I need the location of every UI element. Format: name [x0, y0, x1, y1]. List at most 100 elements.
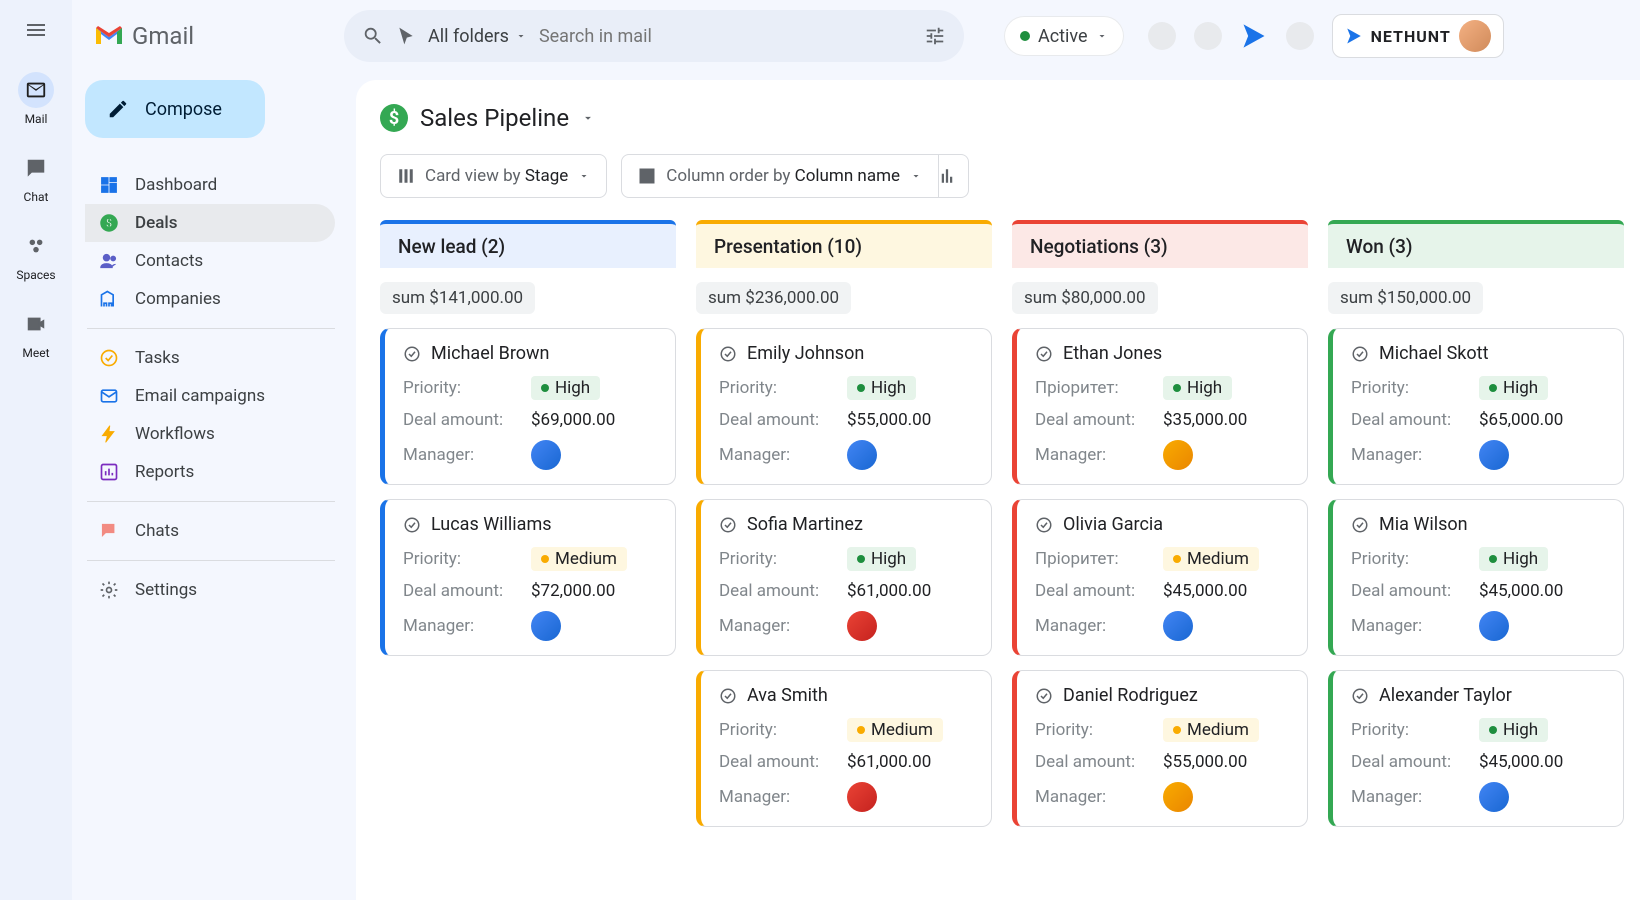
sidebar-item-dashboard[interactable]: Dashboard — [85, 166, 335, 204]
sidebar-item-workflows[interactable]: Workflows — [85, 415, 335, 453]
deal-card[interactable]: Ethan Jones Пріоритет:High Deal amount:$… — [1012, 328, 1308, 485]
column-header[interactable]: New lead (2) — [380, 220, 676, 268]
priority-tag: High — [1479, 376, 1548, 400]
column-order-select[interactable]: Column order by Column name — [621, 154, 939, 198]
manager-avatar[interactable] — [847, 782, 877, 812]
card-title-row: Emily Johnson — [719, 343, 973, 364]
rail-item-spaces[interactable]: Spaces — [16, 228, 55, 282]
manager-avatar[interactable] — [1479, 611, 1509, 641]
search-input[interactable] — [539, 26, 912, 47]
nethunt-arrow-icon[interactable] — [1240, 22, 1268, 50]
deal-amount: $65,000.00 — [1479, 410, 1563, 430]
deal-card[interactable]: Mia Wilson Priority:High Deal amount:$45… — [1328, 499, 1624, 656]
rail-item-meet[interactable]: Meet — [16, 306, 55, 360]
deal-amount: $61,000.00 — [847, 581, 931, 601]
deal-card[interactable]: Lucas Williams Priority:Medium Deal amou… — [380, 499, 676, 656]
rail-item-mail[interactable]: Mail — [16, 72, 55, 126]
manager-avatar[interactable] — [1163, 782, 1193, 812]
pipeline-header[interactable]: $ Sales Pipeline — [380, 104, 1640, 132]
manager-avatar[interactable] — [1479, 440, 1509, 470]
app-rail: Mail Chat Spaces Meet — [0, 0, 72, 900]
deal-card[interactable]: Olivia Garcia Пріоритет:Medium Deal amou… — [1012, 499, 1308, 656]
sidebar-item-reports[interactable]: Reports — [85, 453, 335, 491]
manager-avatar[interactable] — [1163, 440, 1193, 470]
column-sum: sum $236,000.00 — [696, 282, 851, 314]
nethunt-cursor-icon[interactable] — [396, 26, 416, 46]
column-header[interactable]: Won (3) — [1328, 220, 1624, 268]
priority-dot-icon — [1173, 555, 1181, 563]
deal-card[interactable]: Emily Johnson Priority:High Deal amount:… — [696, 328, 992, 485]
chevron-down-icon — [1096, 30, 1108, 42]
status-dot-icon — [1020, 31, 1030, 41]
user-avatar[interactable] — [1459, 20, 1491, 52]
dashboard-icon — [99, 175, 119, 195]
sidebar-item-companies[interactable]: Companies — [85, 280, 335, 318]
deal-amount: $61,000.00 — [847, 752, 931, 772]
order-prefix: Column order by — [666, 166, 794, 186]
compose-button[interactable]: Compose — [85, 80, 265, 138]
deal-amount: $45,000.00 — [1163, 581, 1247, 601]
sidebar-item-settings[interactable]: Settings — [85, 571, 335, 609]
amount-label: Deal amount: — [1351, 581, 1479, 601]
priority-dot-icon — [857, 555, 865, 563]
deal-name: Michael Skott — [1379, 343, 1488, 364]
deal-amount: $45,000.00 — [1479, 752, 1563, 772]
tune-icon[interactable] — [924, 25, 946, 47]
dollar-icon: $ — [99, 213, 119, 233]
sidebar-item-contacts[interactable]: Contacts — [85, 242, 335, 280]
manager-avatar[interactable] — [847, 440, 877, 470]
reports-icon — [99, 462, 119, 482]
deal-card[interactable]: Ava Smith Priority:Medium Deal amount:$6… — [696, 670, 992, 827]
deal-card[interactable]: Michael Skott Priority:High Deal amount:… — [1328, 328, 1624, 485]
sidebar-divider — [87, 501, 335, 502]
deal-card[interactable]: Alexander Taylor Priority:High Deal amou… — [1328, 670, 1624, 827]
action-placeholder[interactable] — [1286, 22, 1314, 50]
compose-label: Compose — [145, 99, 222, 120]
sidebar-item-email-campaigns[interactable]: Email campaigns — [85, 377, 335, 415]
sidebar-item-label: Email campaigns — [135, 386, 265, 406]
deal-name: Michael Brown — [431, 343, 549, 364]
gmail-logo[interactable]: Gmail — [94, 22, 344, 50]
manager-avatar[interactable] — [847, 611, 877, 641]
deal-name: Mia Wilson — [1379, 514, 1468, 535]
deal-amount: $45,000.00 — [1479, 581, 1563, 601]
deal-card[interactable]: Sofia Martinez Priority:High Deal amount… — [696, 499, 992, 656]
nethunt-brand[interactable]: NETHUNT — [1332, 14, 1504, 58]
card-view-select[interactable]: Card view by Stage — [380, 154, 607, 198]
priority-tag: High — [1479, 547, 1548, 571]
manager-avatar[interactable] — [531, 440, 561, 470]
manager-avatar[interactable] — [1479, 782, 1509, 812]
sidebar-item-chats[interactable]: Chats — [85, 512, 335, 550]
sidebar-item-deals[interactable]: $ Deals — [85, 204, 335, 242]
deal-card[interactable]: Michael Brown Priority:High Deal amount:… — [380, 328, 676, 485]
priority-label: Priority: — [1035, 720, 1163, 740]
manager-avatar[interactable] — [1163, 611, 1193, 641]
sidebar-item-label: Deals — [135, 213, 177, 233]
folder-select[interactable]: All folders — [428, 26, 527, 47]
manager-avatar[interactable] — [531, 611, 561, 641]
status-select[interactable]: Active — [1004, 16, 1124, 56]
column-sum: sum $141,000.00 — [380, 282, 535, 314]
chart-button[interactable] — [925, 154, 969, 198]
menu-button[interactable] — [24, 18, 48, 42]
dollar-icon: $ — [380, 104, 408, 132]
search-icon[interactable] — [362, 25, 384, 47]
sidebar-item-tasks[interactable]: Tasks — [85, 339, 335, 377]
rail-item-chat[interactable]: Chat — [16, 150, 55, 204]
action-placeholder[interactable] — [1148, 22, 1176, 50]
sidebar-item-label: Settings — [135, 580, 197, 600]
deal-name: Ethan Jones — [1063, 343, 1162, 364]
action-placeholder[interactable] — [1194, 22, 1222, 50]
deal-amount: $72,000.00 — [531, 581, 615, 601]
column-header[interactable]: Negotiations (3) — [1012, 220, 1308, 268]
priority-tag: Medium — [1163, 718, 1259, 742]
column-header[interactable]: Presentation (10) — [696, 220, 992, 268]
manager-label: Manager: — [1035, 445, 1163, 465]
deal-card[interactable]: Daniel Rodriguez Priority:Medium Deal am… — [1012, 670, 1308, 827]
manager-label: Manager: — [1351, 787, 1479, 807]
view-value: Stage — [525, 166, 568, 186]
chats-icon — [99, 521, 119, 541]
card-title-row: Olivia Garcia — [1035, 514, 1289, 535]
deal-name: Lucas Williams — [431, 514, 552, 535]
search-bar: All folders — [344, 10, 964, 62]
